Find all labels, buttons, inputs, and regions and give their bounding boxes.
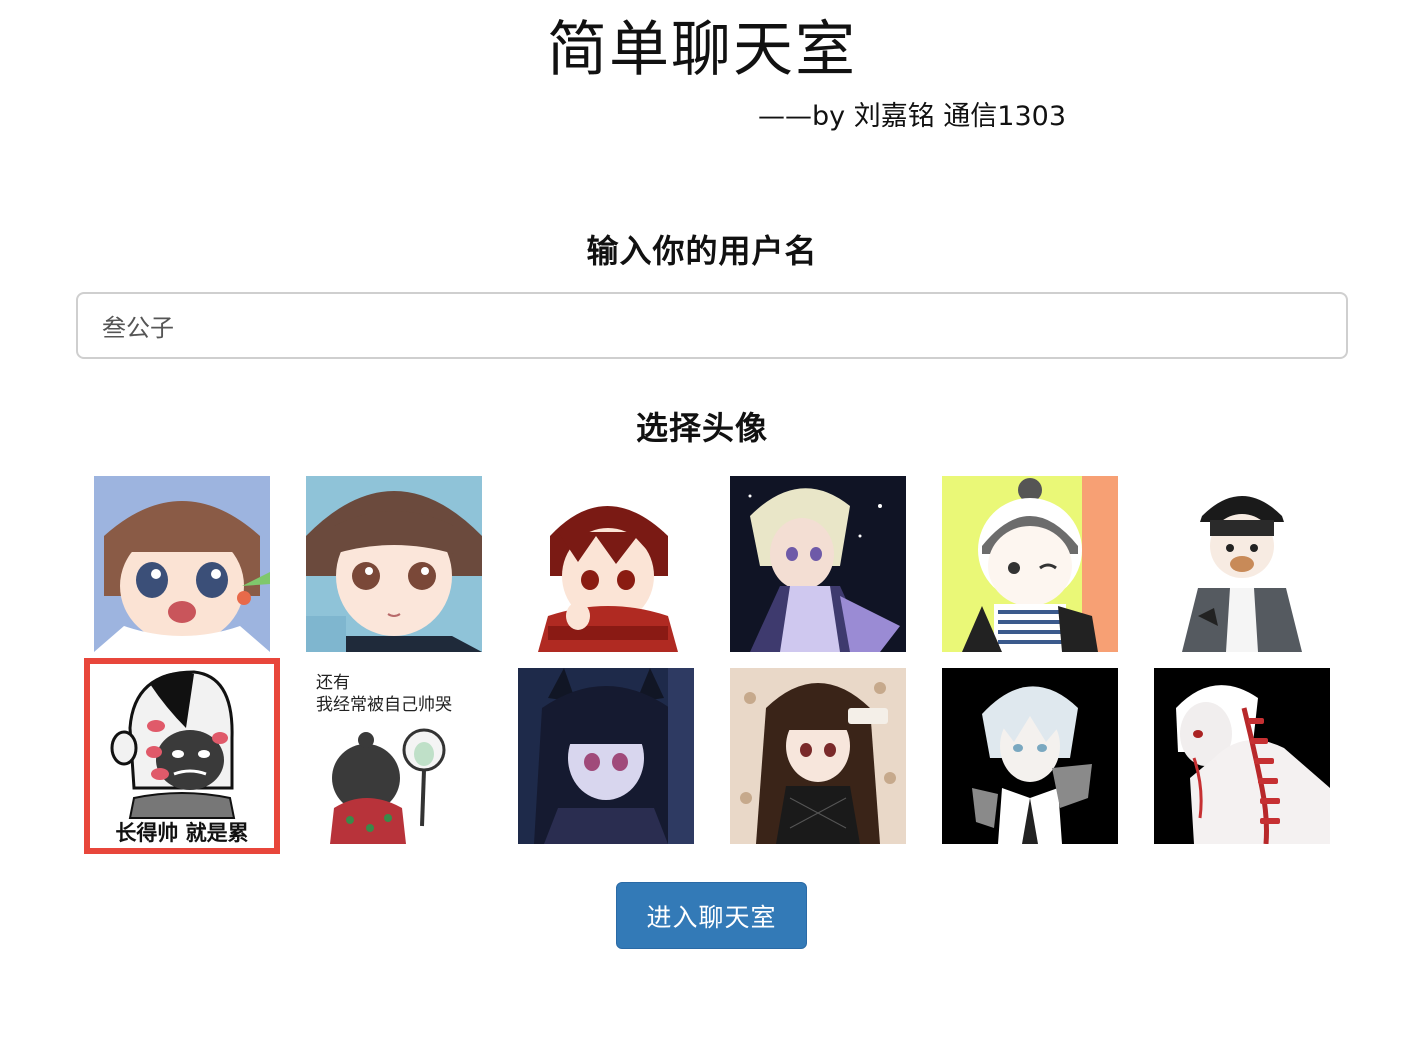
avatar-option-2[interactable]	[306, 476, 482, 652]
avatar-option-1[interactable]	[94, 476, 270, 652]
avatar-option-10[interactable]	[730, 668, 906, 844]
avatar-heading: 选择头像	[635, 409, 768, 447]
username-input[interactable]	[76, 292, 1348, 359]
avatar-image-7: 长得帅 就是累	[94, 668, 270, 844]
enter-chatroom-button[interactable]: 进入聊天室	[616, 882, 807, 949]
meme-caption-2b: 我经常被自己帅哭	[316, 695, 452, 715]
avatar-option-5[interactable]	[942, 476, 1118, 652]
avatar-option-11[interactable]	[942, 668, 1118, 844]
avatar-image-3	[518, 476, 694, 652]
meme-caption-1: 长得帅 就是累	[115, 821, 248, 844]
avatar-image-10	[730, 668, 906, 844]
avatar-image-12	[1154, 668, 1330, 844]
avatar-image-2	[306, 476, 482, 652]
avatar-image-4	[730, 476, 906, 652]
avatar-image-1	[94, 476, 270, 652]
avatar-option-7[interactable]: 长得帅 就是累	[84, 658, 280, 854]
avatar-option-9[interactable]	[518, 668, 694, 844]
avatar-option-4[interactable]	[730, 476, 906, 652]
avatar-image-9	[518, 668, 694, 844]
avatar-image-8: 还有 我经常被自己帅哭	[306, 668, 482, 844]
avatar-option-12[interactable]	[1154, 668, 1330, 844]
username-heading: 输入你的用户名	[586, 232, 818, 270]
avatar-image-11	[942, 668, 1118, 844]
avatar-option-3[interactable]	[518, 476, 694, 652]
avatar-image-6	[1154, 476, 1330, 652]
page-title: 简单聊天室	[547, 15, 857, 85]
meme-caption-2a: 还有	[316, 673, 350, 693]
avatar-image-5	[942, 476, 1118, 652]
avatar-option-6[interactable]	[1154, 476, 1330, 652]
author-byline: ——by 刘嘉铭 通信1303	[758, 101, 1066, 132]
avatar-option-8[interactable]: 还有 我经常被自己帅哭	[306, 668, 482, 844]
